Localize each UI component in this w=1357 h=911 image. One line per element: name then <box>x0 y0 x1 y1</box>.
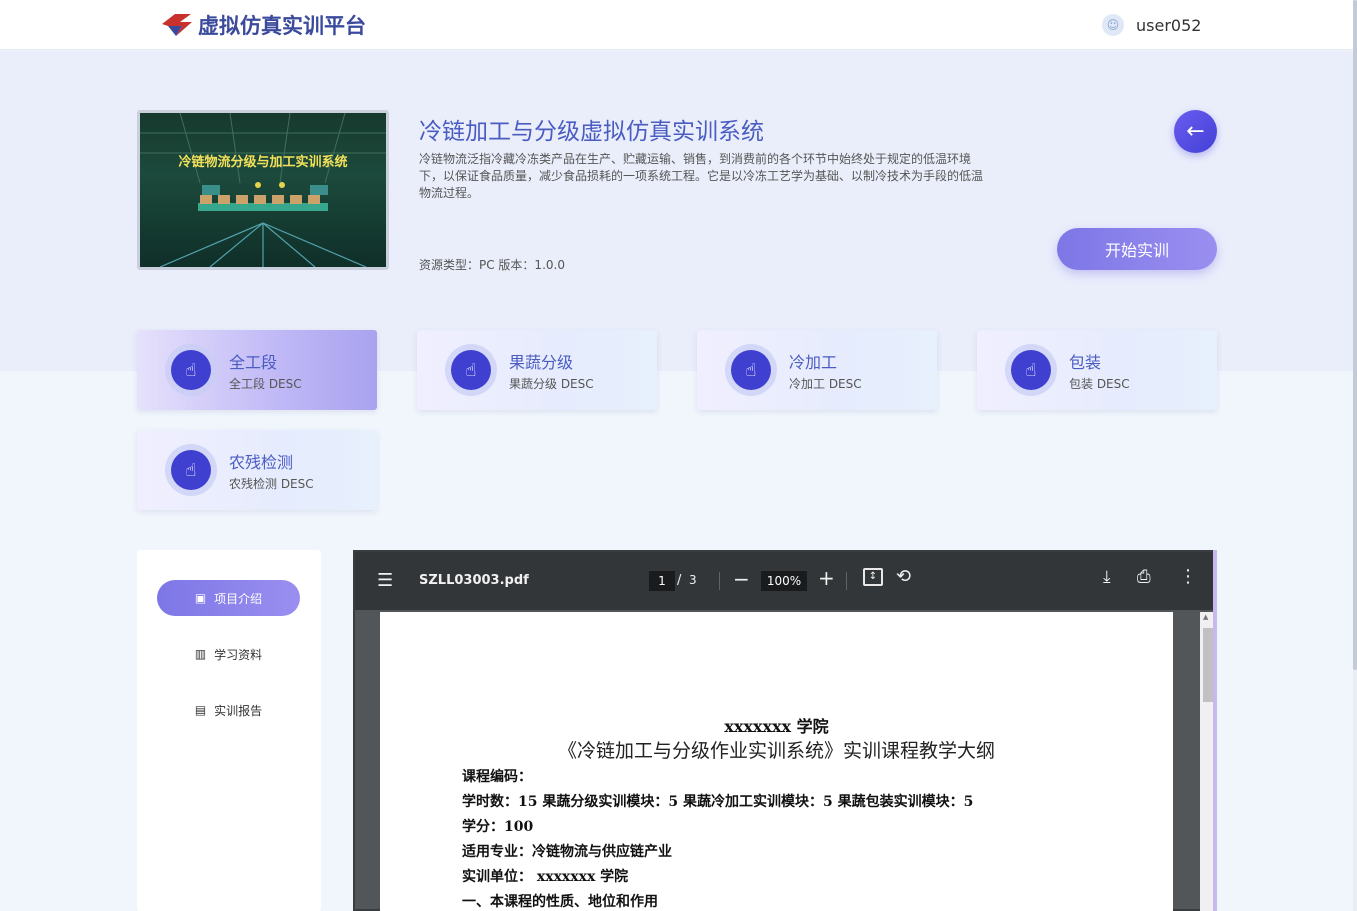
start-training-button[interactable]: 开始实训 <box>1057 228 1217 270</box>
module-name: 冷加工 <box>789 352 838 372</box>
user-menu[interactable]: ☺ user052 <box>1102 14 1201 36</box>
module-card-full[interactable]: ☝ 全工段 全工段 DESC <box>137 330 377 410</box>
scroll-up-icon[interactable]: ▲ <box>1203 613 1208 621</box>
sidebar-item-study-materials[interactable]: ▥ 学习资料 <box>157 636 300 672</box>
doc-school: xxxxxxx 学院 <box>724 717 829 736</box>
rotate-icon[interactable]: ⟲ <box>896 566 911 587</box>
module-desc: 包装 DESC <box>1069 376 1130 391</box>
sidebar-item-label: 学习资料 <box>214 647 263 662</box>
pdf-filename: SZLL03003.pdf <box>419 573 529 588</box>
logo[interactable]: 虚拟仿真实训平台 <box>158 9 366 41</box>
print-icon[interactable]: ⎙ <box>1137 567 1151 587</box>
module-desc: 冷加工 DESC <box>789 376 862 391</box>
hand-pointer-icon: ☝ <box>171 350 211 390</box>
module-text: 果蔬分级 果蔬分级 DESC <box>509 349 594 392</box>
module-card-packaging[interactable]: ☝ 包装 包装 DESC <box>977 330 1217 410</box>
project-description: 冷链物流泛指冷藏冷冻类产品在生产、贮藏运输、销售，到消费前的各个环节中始终处于规… <box>419 151 1039 202</box>
more-options-icon[interactable]: ⋮ <box>1179 566 1197 587</box>
description-line: 冷链物流泛指冷藏冷冻类产品在生产、贮藏运输、销售，到消费前的各个环节中始终处于规… <box>419 152 972 166</box>
sidebar-item-project-intro[interactable]: ▣ 项目介绍 <box>157 580 300 616</box>
zoom-out-icon[interactable]: − <box>733 567 750 591</box>
pdf-page: xxxxxxx 学院 《冷链加工与分级作业实训系统》实训课程教学大纲 课程编码：… <box>380 612 1173 911</box>
username: user052 <box>1136 15 1202 35</box>
page-separator: / <box>677 573 682 588</box>
project-title: 冷链加工与分级虚拟仿真实训系统 <box>419 119 764 145</box>
module-card-grading[interactable]: ☝ 果蔬分级 果蔬分级 DESC <box>417 330 657 410</box>
page-number-input[interactable]: 1 <box>649 571 675 591</box>
fit-page-icon[interactable]: ↕ <box>863 568 883 586</box>
sidebar-item-training-report[interactable]: ▤ 实训报告 <box>157 692 300 728</box>
page-scrollbar-thumb[interactable] <box>1353 0 1357 670</box>
cover-illustration <box>140 113 386 267</box>
doc-line: 课程编码： <box>462 769 532 785</box>
module-name: 全工段 <box>229 352 278 372</box>
module-card-pesticide-test[interactable]: ☝ 农残检测 农残检测 DESC <box>137 430 377 510</box>
book-icon: ▣ <box>194 591 207 605</box>
project-cover-image: 冷链物流分级与加工实训系统 <box>137 110 389 270</box>
brand-name: 虚拟仿真实训平台 <box>198 14 366 38</box>
pdf-viewer: ☰ SZLL03003.pdf 1 / 3 − 100% + ↕ ⟲ ⤓ ⎙ ⋮… <box>353 550 1217 911</box>
resource-meta: 资源类型：PC 版本：1.0.0 <box>419 258 565 272</box>
top-bar: 虚拟仿真实训平台 ☺ user052 <box>0 0 1357 50</box>
module-text: 包装 包装 DESC <box>1069 349 1130 392</box>
pdf-scrollbar-thumb[interactable] <box>1203 628 1213 702</box>
pdf-edge-strip <box>1213 550 1217 911</box>
module-desc: 果蔬分级 DESC <box>509 376 594 391</box>
zoom-input[interactable]: 100% <box>761 571 807 591</box>
hand-pointer-icon: ☝ <box>451 350 491 390</box>
menu-icon[interactable]: ☰ <box>377 570 393 591</box>
sidebar-item-label: 实训报告 <box>214 703 263 718</box>
back-button[interactable]: ← <box>1174 110 1217 153</box>
module-card-cold-processing[interactable]: ☝ 冷加工 冷加工 DESC <box>697 330 937 410</box>
toolbar-divider <box>846 572 847 590</box>
brand-logo-icon <box>162 14 192 36</box>
doc-line: 一、本课程的性质、地位和作用 <box>462 894 658 910</box>
module-text: 冷加工 冷加工 DESC <box>789 349 862 392</box>
zoom-in-icon[interactable]: + <box>818 566 835 590</box>
doc-line: 学时数：15 果蔬分级实训模块：5 果蔬冷加工实训模块：5 果蔬包装实训模块：5 <box>462 794 974 810</box>
module-name: 包装 <box>1069 352 1102 372</box>
hand-pointer-icon: ☝ <box>171 450 211 490</box>
module-text: 农残检测 农残检测 DESC <box>229 449 314 492</box>
page-total: 3 <box>689 573 697 587</box>
module-text: 全工段 全工段 DESC <box>229 349 302 392</box>
doc-line: 适用专业：冷链物流与供应链产业 <box>462 844 672 860</box>
sidebar-item-label: 项目介绍 <box>214 591 263 606</box>
cover-title: 冷链物流分级与加工实训系统 <box>178 155 348 170</box>
pdf-toolbar: ☰ SZLL03003.pdf 1 / 3 − 100% + ↕ ⟲ ⤓ ⎙ ⋮ <box>355 552 1215 610</box>
library-icon: ▥ <box>194 647 207 661</box>
report-icon: ▤ <box>194 703 207 717</box>
side-nav: ▣ 项目介绍 ▥ 学习资料 ▤ 实训报告 <box>137 550 321 911</box>
doc-line: 学分：100 <box>462 819 534 835</box>
doc-line: 实训单位： xxxxxxx 学院 <box>462 869 629 885</box>
avatar-icon: ☺ <box>1102 14 1124 36</box>
description-line: 物流过程。 <box>419 186 480 200</box>
arrow-left-icon: ← <box>1186 119 1205 144</box>
hand-pointer-icon: ☝ <box>731 350 771 390</box>
module-desc: 农残检测 DESC <box>229 476 314 491</box>
module-name: 果蔬分级 <box>509 352 574 372</box>
module-name: 农残检测 <box>229 452 294 472</box>
module-desc: 全工段 DESC <box>229 376 302 391</box>
toolbar-divider <box>719 572 720 590</box>
hand-pointer-icon: ☝ <box>1011 350 1051 390</box>
download-icon[interactable]: ⤓ <box>1103 567 1111 587</box>
doc-title: 《冷链加工与分级作业实训系统》实训课程教学大纲 <box>557 740 995 762</box>
description-line: 下，以保证食品质量，减少食品损耗的一项系统工程。它是以冷冻工艺学为基础、以制冷技… <box>419 169 984 183</box>
